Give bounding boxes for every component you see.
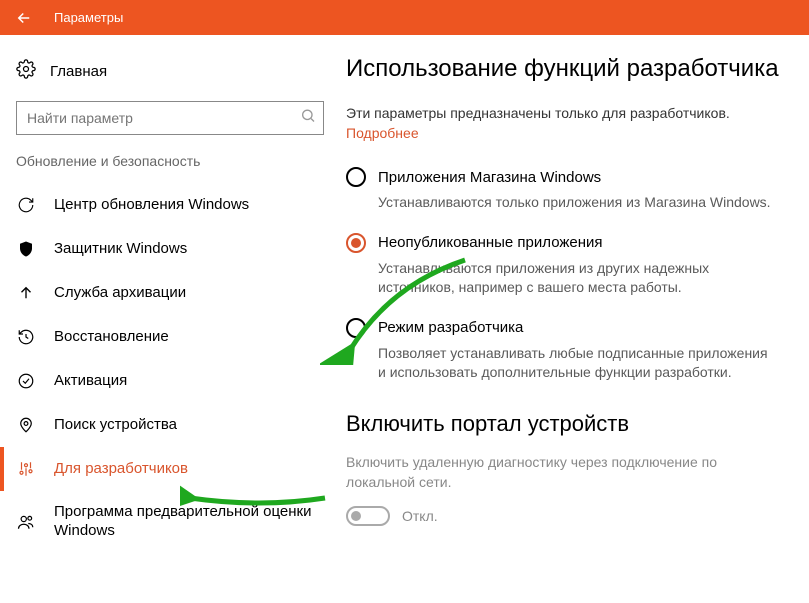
arrow-left-icon — [15, 9, 33, 27]
nav-label: Центр обновления Windows — [54, 196, 324, 215]
radio-desc: Устанавливаются только приложения из Маг… — [378, 193, 779, 213]
toggle-state-label: Откл. — [402, 508, 438, 524]
radio-store-apps[interactable]: Приложения Магазина Windows Устанавливаю… — [346, 167, 779, 213]
radio-icon — [346, 233, 366, 253]
shield-icon — [16, 240, 36, 258]
back-button[interactable] — [0, 0, 48, 35]
radio-label: Неопубликованные приложения — [378, 234, 603, 251]
upload-icon — [16, 284, 36, 302]
device-portal-toggle[interactable] — [346, 506, 390, 526]
device-portal-title: Включить портал устройств — [346, 411, 779, 437]
device-portal-desc: Включить удаленную диагностику через под… — [346, 453, 779, 492]
radio-desc: Устанавливаются приложения из других над… — [378, 259, 779, 298]
check-circle-icon — [16, 372, 36, 390]
radio-sideload-apps[interactable]: Неопубликованные приложения Устанавливаю… — [346, 233, 779, 298]
radio-developer-mode[interactable]: Режим разработчика Позволяет устанавлива… — [346, 318, 779, 383]
sync-icon — [16, 196, 36, 214]
page-title: Использование функций разработчика — [346, 55, 779, 83]
location-icon — [16, 416, 36, 434]
tools-icon — [16, 460, 36, 478]
nav-item-windows-update[interactable]: Центр обновления Windows — [8, 183, 332, 227]
nav-label: Активация — [54, 372, 324, 391]
nav-item-backup[interactable]: Служба архивации — [8, 271, 332, 315]
nav-label: Программа предварительной оценки Windows — [54, 503, 324, 541]
radio-desc: Позволяет устанавливать любые подписанны… — [378, 344, 779, 383]
nav-label: Восстановление — [54, 328, 324, 347]
window-title: Параметры — [54, 10, 123, 25]
radio-label: Режим разработчика — [378, 319, 523, 336]
search-input[interactable] — [16, 101, 324, 135]
radio-icon — [346, 318, 366, 338]
nav-list: Центр обновления Windows Защитник Window… — [8, 183, 332, 553]
nav-item-activation[interactable]: Активация — [8, 359, 332, 403]
nav-label: Поиск устройства — [54, 416, 324, 435]
nav-item-recovery[interactable]: Восстановление — [8, 315, 332, 359]
nav-item-insider[interactable]: Программа предварительной оценки Windows — [8, 491, 332, 553]
content-pane: Использование функций разработчика Эти п… — [340, 35, 809, 603]
sidebar: Главная Обновление и безопасность Центр … — [0, 35, 340, 603]
search-icon — [300, 108, 316, 129]
radio-label: Приложения Магазина Windows — [378, 169, 601, 186]
nav-item-find-device[interactable]: Поиск устройства — [8, 403, 332, 447]
people-icon — [16, 513, 36, 531]
nav-label: Защитник Windows — [54, 240, 324, 259]
gear-icon — [16, 59, 36, 83]
home-label: Главная — [50, 63, 107, 80]
nav-item-defender[interactable]: Защитник Windows — [8, 227, 332, 271]
category-label: Обновление и безопасность — [8, 153, 332, 183]
home-link[interactable]: Главная — [8, 53, 332, 101]
radio-icon — [346, 167, 366, 187]
intro-text: Эти параметры предназначены только для р… — [346, 105, 779, 121]
learn-more-link[interactable]: Подробнее — [346, 125, 419, 141]
developer-mode-radio-group: Приложения Магазина Windows Устанавливаю… — [346, 167, 779, 383]
nav-label: Для разработчиков — [54, 460, 324, 479]
nav-item-for-developers[interactable]: Для разработчиков — [8, 447, 332, 491]
title-bar: Параметры — [0, 0, 809, 35]
nav-label: Служба архивации — [54, 284, 324, 303]
history-icon — [16, 328, 36, 346]
search-box — [16, 101, 324, 135]
